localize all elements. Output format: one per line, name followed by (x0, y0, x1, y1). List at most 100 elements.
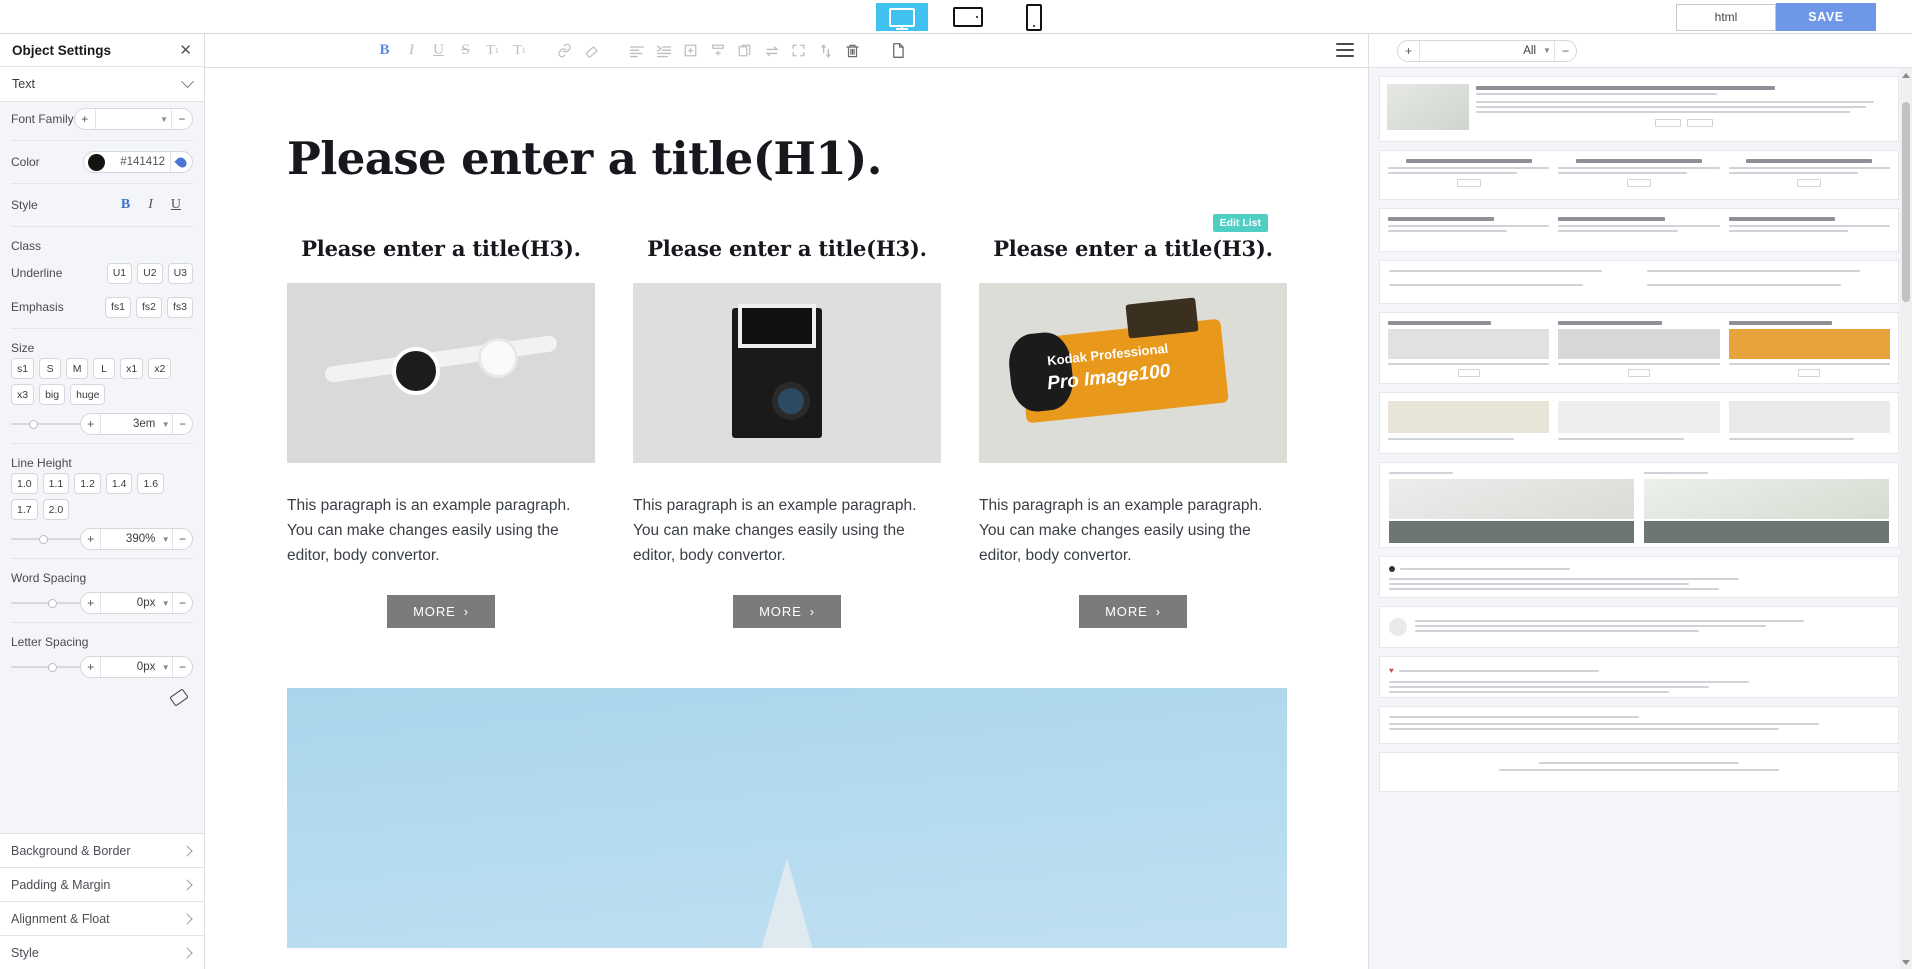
template-thumbnail[interactable]: ♥ (1379, 656, 1899, 698)
bold-button[interactable]: B (121, 197, 130, 213)
word-spacing-slider[interactable] (11, 592, 80, 614)
word-spacing-increase-button[interactable]: + (81, 593, 101, 613)
paragraph-text[interactable]: This paragraph is an example paragraph. … (287, 493, 595, 568)
template-thumbnail[interactable] (1379, 462, 1899, 548)
line-height-increase-button[interactable]: + (81, 529, 101, 549)
size-option-x2[interactable]: x2 (148, 358, 171, 379)
swap-icon[interactable] (758, 37, 785, 64)
word-spacing-stepper[interactable]: + 0px ▼ − (80, 592, 193, 614)
device-tablet-button[interactable] (942, 3, 994, 31)
font-family-value[interactable] (96, 109, 158, 129)
device-mobile-button[interactable] (1008, 3, 1060, 31)
letter-spacing-increase-button[interactable]: + (81, 657, 101, 677)
link-icon[interactable] (551, 37, 578, 64)
sky-sail-banner[interactable] (287, 688, 1287, 948)
duplicate-copy-icon[interactable] (731, 37, 758, 64)
paragraph-text[interactable]: This paragraph is an example paragraph. … (633, 493, 941, 568)
color-hex-value[interactable]: #141412 (108, 156, 170, 168)
size-option-s[interactable]: S (39, 358, 61, 379)
html-button[interactable]: html (1676, 4, 1776, 31)
color-swatch[interactable] (88, 154, 105, 171)
letter-spacing-slider[interactable] (11, 656, 80, 678)
superscript-icon[interactable]: T1 (479, 37, 506, 64)
insert-below-icon[interactable] (704, 37, 731, 64)
letter-spacing-decrease-button[interactable]: − (172, 657, 192, 677)
subscript-icon[interactable]: T1 (506, 37, 533, 64)
font-family-decrease-button[interactable]: − (171, 109, 192, 129)
emphasis-option-fs1[interactable]: fs1 (105, 297, 131, 318)
chevron-down-icon[interactable]: ▼ (159, 663, 172, 672)
align-left-icon[interactable] (623, 37, 650, 64)
template-thumbnail[interactable] (1379, 392, 1899, 454)
size-value[interactable]: 3em (101, 414, 159, 434)
line-height-slider[interactable] (11, 528, 80, 550)
save-button[interactable]: SAVE (1776, 3, 1876, 31)
page-document-icon[interactable] (884, 37, 911, 64)
chevron-down-icon[interactable]: ▼ (157, 115, 170, 124)
scroll-up-arrow-icon[interactable] (1901, 70, 1911, 80)
template-thumbnail[interactable] (1379, 208, 1899, 252)
letter-spacing-stepper[interactable]: + 0px ▼ − (80, 656, 193, 678)
more-button[interactable]: MORE › (733, 595, 841, 628)
size-option-s1[interactable]: s1 (11, 358, 34, 379)
underline-icon[interactable]: U (425, 37, 452, 64)
paragraph-text[interactable]: This paragraph is an example paragraph. … (979, 493, 1287, 568)
bold-icon[interactable]: B (371, 37, 398, 64)
size-stepper[interactable]: + 3em ▼ − (80, 413, 193, 435)
device-desktop-button[interactable] (876, 3, 928, 31)
heading-h3[interactable]: Please enter a title(H3). (287, 236, 595, 261)
line-height-option-1-0[interactable]: 1.0 (11, 473, 38, 494)
template-thumbnail[interactable] (1379, 752, 1899, 792)
strikethrough-icon[interactable]: S (452, 37, 479, 64)
font-family-increase-button[interactable]: + (75, 109, 96, 129)
size-option-huge[interactable]: huge (70, 384, 105, 405)
template-filter-stepper[interactable]: + All ▼ − (1397, 40, 1577, 62)
size-option-l[interactable]: L (93, 358, 115, 379)
template-thumbnail[interactable] (1379, 312, 1899, 384)
heading-h3[interactable]: Please enter a title(H3). (979, 236, 1287, 261)
twin-lens-camera-photo[interactable] (633, 283, 941, 463)
size-option-x1[interactable]: x1 (120, 358, 143, 379)
template-thumbnail[interactable] (1379, 606, 1899, 648)
template-filter-value[interactable]: All (1420, 41, 1540, 61)
indent-icon[interactable] (650, 37, 677, 64)
letter-spacing-value[interactable]: 0px (101, 657, 159, 677)
size-option-x3[interactable]: x3 (11, 384, 34, 405)
chevron-down-icon[interactable]: ▼ (159, 420, 172, 429)
underline-option-u1[interactable]: U1 (107, 263, 132, 284)
template-panel-scrollbar[interactable] (1900, 68, 1912, 969)
underline-option-u2[interactable]: U2 (137, 263, 162, 284)
size-decrease-button[interactable]: − (172, 414, 192, 434)
edit-list-badge[interactable]: Edit List (1213, 214, 1268, 232)
italic-icon[interactable]: I (398, 37, 425, 64)
size-option-big[interactable]: big (39, 384, 65, 405)
accordion-background-border[interactable]: Background & Border (0, 833, 205, 867)
line-height-option-1-6[interactable]: 1.6 (137, 473, 164, 494)
object-type-select[interactable]: Text (0, 67, 204, 102)
emphasis-option-fs3[interactable]: fs3 (167, 297, 193, 318)
chevron-down-icon[interactable]: ▼ (159, 599, 172, 608)
italic-button[interactable]: I (148, 197, 153, 213)
eraser-icon[interactable] (169, 688, 188, 706)
move-up-down-icon[interactable] (812, 37, 839, 64)
line-height-option-2-0[interactable]: 2.0 (43, 499, 70, 520)
insert-above-icon[interactable] (677, 37, 704, 64)
expand-fullscreen-icon[interactable] (785, 37, 812, 64)
size-option-m[interactable]: M (66, 358, 88, 379)
underline-button[interactable]: U (171, 197, 181, 213)
line-height-value[interactable]: 390% (101, 529, 159, 549)
template-thumbnail[interactable] (1379, 706, 1899, 744)
accordion-style[interactable]: Style (0, 935, 205, 969)
template-filter-increase-button[interactable]: + (1398, 41, 1420, 61)
template-thumbnail[interactable] (1379, 260, 1899, 304)
template-filter-decrease-button[interactable]: − (1554, 41, 1576, 61)
close-icon[interactable]: ✕ (179, 43, 192, 58)
font-family-stepper[interactable]: + ▼ − (74, 108, 193, 130)
hamburger-menu-icon[interactable] (1336, 43, 1354, 57)
size-slider[interactable] (11, 413, 80, 435)
more-button[interactable]: MORE › (1079, 595, 1187, 628)
scrollbar-thumb[interactable] (1902, 102, 1910, 302)
word-spacing-decrease-button[interactable]: − (172, 593, 192, 613)
line-height-stepper[interactable]: + 390% ▼ − (80, 528, 193, 550)
heading-h3[interactable]: Please enter a title(H3). (633, 236, 941, 261)
